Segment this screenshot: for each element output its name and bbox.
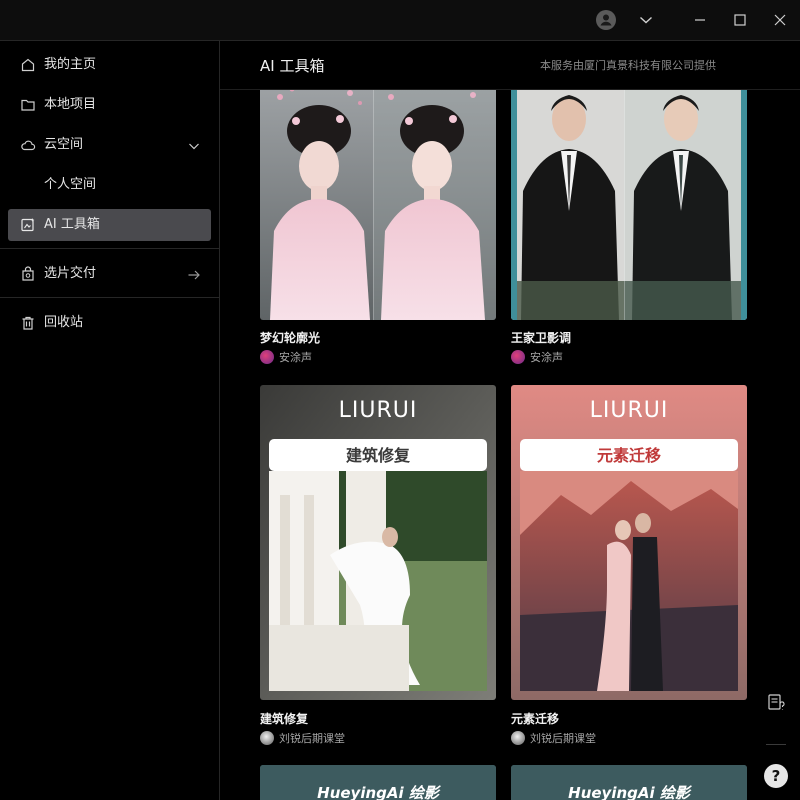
sidebar-item-label: 回收站 <box>44 315 84 330</box>
tools-divider <box>766 744 786 745</box>
tool-card-architecture-restore[interactable]: LIURUI 建筑修复 建筑修复 刘锐后期课堂 <box>260 385 496 755</box>
sidebar-item-local-projects[interactable]: 本地项目 <box>8 89 211 121</box>
card-author[interactable]: 安涂声 <box>511 349 563 365</box>
banner-text: 建筑修复 <box>346 446 411 465</box>
avatar <box>511 731 525 745</box>
author-name: 刘锐后期课堂 <box>530 732 596 745</box>
author-name: 安涂声 <box>279 351 312 364</box>
avatar <box>260 350 274 364</box>
brand-logo: LIURUI <box>339 398 418 423</box>
card-thumbnail[interactable]: LIURUI 元素迁移 <box>511 385 747 700</box>
card-author[interactable]: 刘锐后期课堂 <box>511 730 596 746</box>
sidebar-item-home[interactable]: 我的主页 <box>8 49 211 81</box>
sidebar-item-label: 选片交付 <box>44 266 97 281</box>
card-thumbnail[interactable] <box>511 81 747 320</box>
tool-card-dream-contour-light[interactable]: 梦幻轮廓光 安涂声 <box>260 81 496 371</box>
page-title: AI 工具箱 <box>260 57 325 75</box>
home-icon <box>20 57 36 73</box>
sidebar-item-personal-space[interactable]: 个人空间 <box>8 169 211 201</box>
sidebar-item-label: 云空间 <box>44 137 84 152</box>
tool-card-hueying-left[interactable]: HueyingAi 绘影 <box>260 765 496 800</box>
card-thumbnail[interactable] <box>260 81 496 320</box>
user-icon[interactable] <box>594 8 618 32</box>
sidebar-item-label: 本地项目 <box>44 97 97 112</box>
maximize-icon[interactable] <box>728 8 752 32</box>
sidebar-item-label: AI 工具箱 <box>44 217 100 232</box>
sidebar-item-label: 个人空间 <box>44 177 97 192</box>
arrow-right-icon[interactable] <box>187 267 201 281</box>
sidebar-divider <box>0 297 219 298</box>
brand-logo: HueyingAi 绘影 <box>317 784 442 800</box>
sidebar-item-label: 我的主页 <box>44 57 97 72</box>
card-title: 王家卫影调 <box>511 331 572 345</box>
sidebar-item-trash[interactable]: 回收站 <box>8 307 211 339</box>
title-bar <box>0 0 800 41</box>
card-title: 梦幻轮廓光 <box>260 331 321 345</box>
tool-card-hueying-right[interactable]: HueyingAi 绘影 <box>511 765 747 800</box>
service-notice: 本服务由厦门真景科技有限公司提供 <box>540 59 716 72</box>
main-content: AI 工具箱 本服务由厦门真景科技有限公司提供 梦幻轮廓光 安涂声 王家卫影调 … <box>220 41 800 800</box>
sidebar-item-delivery[interactable]: 选片交付 <box>8 258 211 290</box>
card-author[interactable]: 刘锐后期课堂 <box>260 730 345 746</box>
card-thumbnail[interactable]: HueyingAi 绘影 <box>511 765 747 800</box>
card-title: 建筑修复 <box>260 712 309 726</box>
ai-toolbox-icon <box>20 217 36 233</box>
cloud-icon <box>20 137 36 153</box>
chevron-down-icon[interactable] <box>634 8 658 32</box>
avatar <box>260 731 274 745</box>
banner-text: 元素迁移 <box>597 446 661 465</box>
folder-icon <box>20 97 36 113</box>
help-button[interactable]: ? <box>764 764 788 788</box>
sidebar-item-ai-toolbox[interactable]: AI 工具箱 <box>8 209 211 241</box>
card-title: 元素迁移 <box>511 712 560 726</box>
trash-icon <box>20 315 36 331</box>
sidebar-item-cloud-space[interactable]: 云空间 <box>8 129 211 161</box>
tool-card-element-transfer[interactable]: LIURUI 元素迁移 元素迁移 刘锐后期课堂 <box>511 385 747 755</box>
sidebar: 我的主页 本地项目 云空间 个人空间 AI 工具箱 选片交付 回收站 <box>0 41 220 800</box>
feedback-icon[interactable] <box>766 693 786 713</box>
minimize-icon[interactable] <box>688 8 712 32</box>
brand-logo: HueyingAi 绘影 <box>568 784 693 800</box>
card-thumbnail[interactable]: LIURUI 建筑修复 <box>260 385 496 700</box>
author-name: 安涂声 <box>530 351 563 364</box>
card-thumbnail[interactable]: HueyingAi 绘影 <box>260 765 496 800</box>
chevron-down-icon[interactable] <box>187 138 201 152</box>
brand-logo: LIURUI <box>590 398 669 423</box>
main-header: AI 工具箱 本服务由厦门真景科技有限公司提供 <box>220 41 800 90</box>
close-icon[interactable] <box>768 8 792 32</box>
delivery-icon <box>20 266 36 282</box>
avatar <box>511 350 525 364</box>
author-name: 刘锐后期课堂 <box>279 732 345 745</box>
tool-card-wong-kar-wai-tone[interactable]: 王家卫影调 安涂声 <box>511 81 747 371</box>
card-author[interactable]: 安涂声 <box>260 349 312 365</box>
sidebar-divider <box>0 248 219 249</box>
